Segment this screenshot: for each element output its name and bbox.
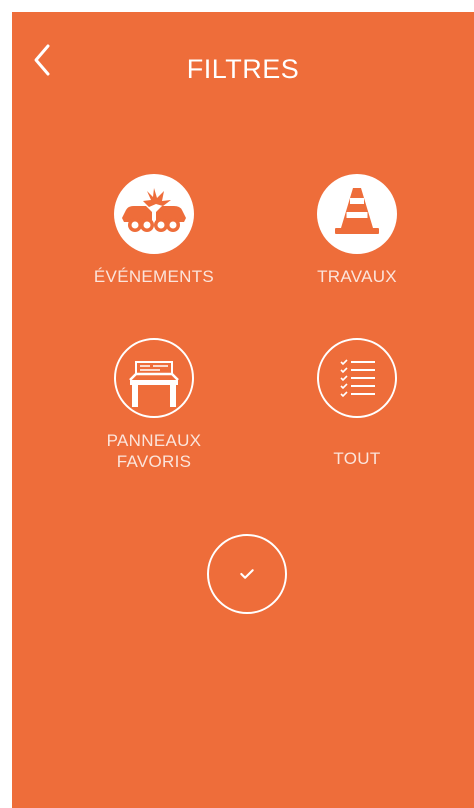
filter-tout[interactable]: TOUT: [267, 338, 447, 469]
filter-panneaux-circle: [114, 338, 194, 418]
confirm-button[interactable]: [207, 534, 287, 614]
filter-travaux-label: TRAVAUX: [317, 267, 397, 286]
check-icon: [240, 569, 254, 579]
filter-evenements[interactable]: ÉVÉNEMENTS: [64, 174, 244, 287]
filter-travaux-circle: [317, 174, 397, 254]
filter-panneaux-label-line1: PANNEAUX: [106, 431, 202, 450]
filter-tout-label: TOUT: [333, 449, 381, 468]
filter-panneaux-favoris[interactable]: PANNEAUX FAVORIS: [64, 338, 244, 472]
filter-evenements-label: ÉVÉNEMENTS: [93, 267, 215, 286]
filter-evenements-circle: [114, 174, 194, 254]
filter-panneaux-label: PANNEAUX FAVORIS: [64, 430, 244, 472]
car-crash-icon: [122, 188, 186, 232]
road-sign-icon: [129, 361, 179, 407]
filter-tout-circle: [317, 338, 397, 418]
traffic-cone-icon: [335, 188, 379, 234]
filter-travaux[interactable]: TRAVAUX: [267, 174, 447, 287]
filter-panneaux-label-line2: FAVORIS: [116, 452, 192, 471]
checklist-icon: [340, 359, 375, 398]
app-screen: FILTRES ÉVÉNEMENTS TRAVAUX PANNEAUX FAVO…: [12, 12, 474, 808]
page-title: FILTRES: [186, 54, 300, 84]
